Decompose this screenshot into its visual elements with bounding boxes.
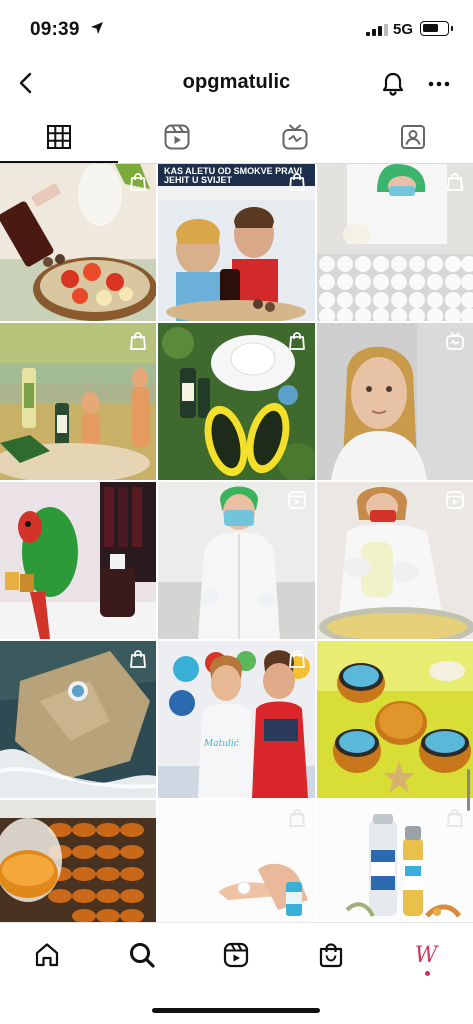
location-arrow-icon — [91, 22, 103, 34]
post-tile[interactable]: Matulić — [158, 641, 315, 798]
posts-grid: KAS ALETU OD SMOKVE PRAVI JEHIT U SVIJET — [0, 164, 473, 922]
battery-cap — [451, 26, 453, 31]
tagged-icon — [401, 125, 425, 149]
notifications-button[interactable] — [378, 69, 408, 99]
post-tile[interactable] — [158, 800, 315, 922]
bell-icon — [382, 72, 404, 96]
shopping-bag-icon — [447, 809, 463, 827]
post-tile[interactable] — [158, 323, 315, 480]
tab-igtv[interactable] — [236, 113, 354, 161]
reels-icon — [223, 942, 249, 968]
grid-icon — [47, 125, 71, 149]
post-tile[interactable] — [317, 323, 473, 480]
post-tile[interactable] — [0, 641, 156, 798]
signal-icon — [366, 24, 388, 36]
post-tile[interactable] — [0, 323, 156, 480]
battery-icon — [420, 21, 449, 36]
more-options-button[interactable] — [424, 69, 454, 99]
post-tile[interactable] — [317, 800, 473, 922]
battery-level — [423, 24, 438, 32]
post-caption: Matulić — [204, 739, 239, 749]
shop-icon — [319, 943, 343, 968]
post-tile[interactable]: KAS ALETU OD SMOKVE PRAVI JEHIT U SVIJET — [158, 164, 315, 321]
post-tile[interactable] — [317, 164, 473, 321]
profile-header: opgmatulic — [0, 58, 473, 110]
shopping-bag-icon — [447, 173, 463, 191]
post-image — [0, 800, 156, 922]
nav-home[interactable] — [27, 935, 67, 975]
post-tile[interactable] — [317, 482, 473, 639]
notification-dot — [425, 971, 430, 976]
shopping-bag-icon — [289, 809, 305, 827]
tab-reels[interactable] — [118, 113, 236, 161]
nav-reels[interactable] — [216, 935, 256, 975]
reels-icon — [446, 491, 464, 509]
post-tile[interactable] — [0, 482, 156, 639]
nav-shop[interactable] — [311, 935, 351, 975]
post-image — [0, 482, 156, 639]
shopping-bag-icon — [130, 332, 146, 350]
post-image — [317, 641, 473, 798]
shopping-bag-icon — [289, 332, 305, 350]
post-tile[interactable] — [158, 482, 315, 639]
tab-tagged[interactable] — [354, 113, 472, 161]
igtv-icon — [446, 332, 464, 350]
home-icon — [35, 943, 59, 967]
search-icon — [130, 943, 155, 968]
nav-profile[interactable]: W — [406, 935, 446, 975]
scroll-indicator[interactable] — [467, 769, 470, 811]
shopping-bag-icon — [289, 650, 305, 668]
status-bar: 09:39 5G — [0, 0, 473, 58]
status-time: 09:39 — [30, 19, 80, 40]
igtv-icon — [282, 124, 308, 150]
reels-icon — [288, 491, 306, 509]
post-tile[interactable] — [0, 164, 156, 321]
shopping-bag-icon — [289, 173, 305, 191]
shopping-bag-icon — [130, 650, 146, 668]
nav-search[interactable] — [122, 935, 162, 975]
tab-grid[interactable] — [0, 113, 118, 161]
shopping-bag-icon — [130, 173, 146, 191]
post-tile[interactable] — [0, 800, 156, 922]
reels-icon — [164, 124, 190, 150]
network-label: 5G — [393, 21, 414, 38]
profile-avatar: W — [414, 942, 438, 968]
home-indicator[interactable] — [152, 1008, 320, 1013]
more-horizontal-icon — [428, 81, 450, 87]
post-tile[interactable] — [317, 641, 473, 798]
profile-tabs — [0, 113, 473, 161]
